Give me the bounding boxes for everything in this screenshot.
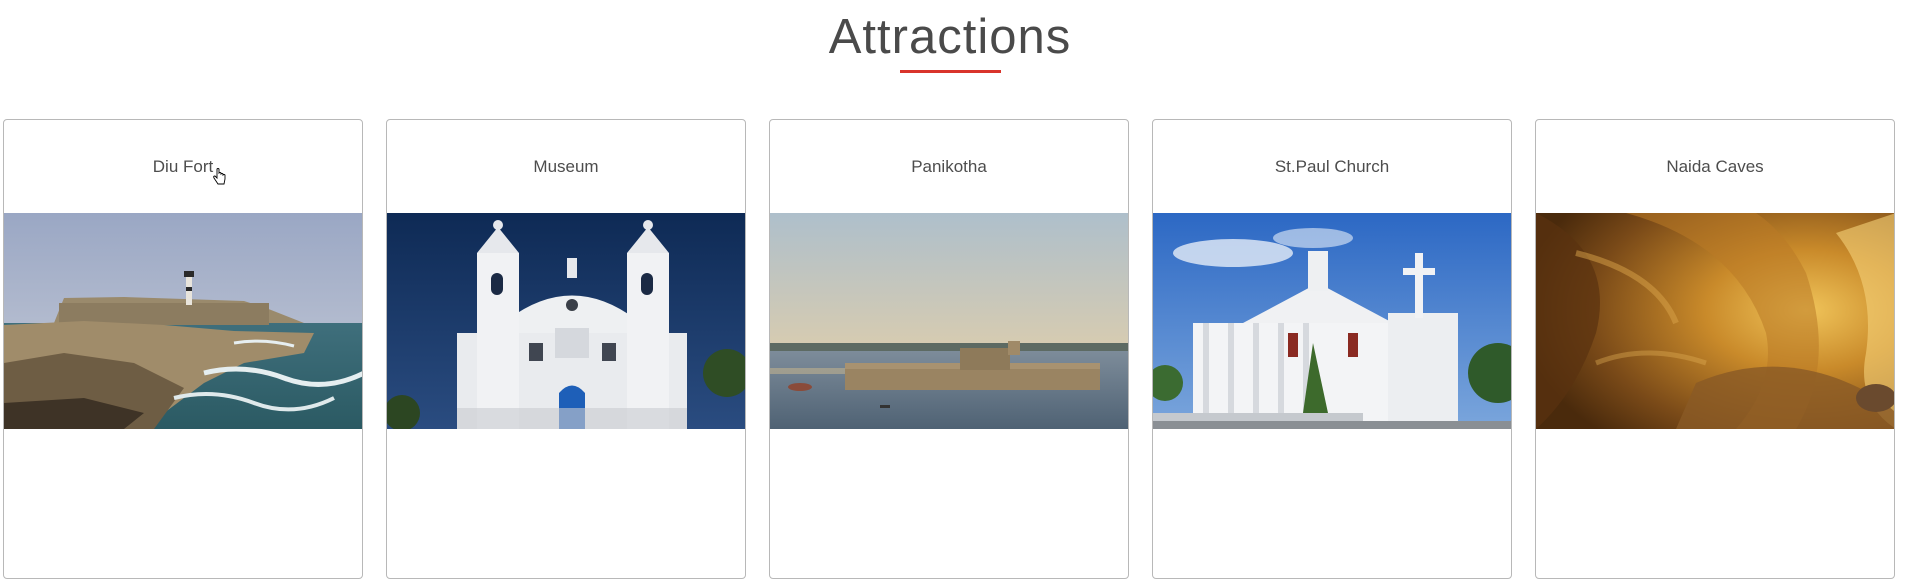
attraction-card-st-paul-church[interactable]: St.Paul Church xyxy=(1152,119,1512,579)
card-title[interactable]: Diu Fort xyxy=(4,120,362,213)
attractions-section: Attractions Diu Fort Museum Panikotha St… xyxy=(0,0,1920,579)
diu-fort-image[interactable] xyxy=(4,213,363,429)
card-title[interactable]: St.Paul Church xyxy=(1153,120,1511,213)
hand-cursor-icon xyxy=(213,168,226,185)
panikotha-image[interactable] xyxy=(770,213,1129,429)
attraction-card-diu-fort[interactable]: Diu Fort xyxy=(3,119,363,579)
title-underline xyxy=(900,70,1001,73)
card-title[interactable]: Museum xyxy=(387,120,745,213)
museum-image[interactable] xyxy=(387,213,746,429)
card-title[interactable]: Naida Caves xyxy=(1536,120,1894,213)
attractions-grid: Diu Fort Museum Panikotha St.Paul Church… xyxy=(3,119,1903,579)
attraction-card-museum[interactable]: Museum xyxy=(386,119,746,579)
attraction-card-naida-caves[interactable]: Naida Caves xyxy=(1535,119,1895,579)
attraction-card-panikotha[interactable]: Panikotha xyxy=(769,119,1129,579)
st-paul-church-image[interactable] xyxy=(1153,213,1512,429)
card-title[interactable]: Panikotha xyxy=(770,120,1128,213)
naida-caves-image[interactable] xyxy=(1536,213,1895,429)
section-title: Attractions xyxy=(828,10,1072,64)
